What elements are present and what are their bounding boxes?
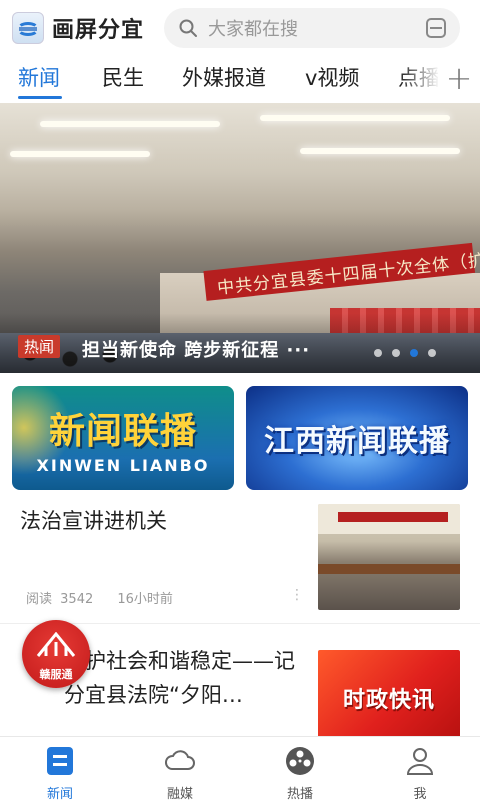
carousel-dot[interactable] [374, 349, 382, 357]
channel-tabs: 新闻 民生 外媒报道 v视频 点播 + [0, 56, 480, 100]
user-icon [406, 748, 434, 775]
carousel-dots [374, 349, 436, 357]
nav-me[interactable]: 我 [380, 743, 460, 802]
news-icon [47, 747, 73, 775]
thumbnail-text: 时政快讯 [342, 688, 435, 713]
tile-subtitle: XINWEN LIANBO [36, 456, 210, 475]
reads-label: 阅读 [26, 592, 53, 607]
nav-label: 新闻 [46, 787, 73, 802]
news-title: 维护社会和谐稳定——记分宜县法院“夕阳… [64, 649, 295, 707]
tile-title: 新闻联播 [48, 411, 197, 452]
ceiling-light [260, 115, 450, 121]
thumb-banner [338, 512, 448, 522]
carousel-dot-active[interactable] [410, 349, 418, 357]
tab-video[interactable]: v视频 [305, 62, 359, 92]
badge-label: 赣服通 [39, 668, 73, 681]
tab-foreign-media[interactable]: 外媒报道 [182, 62, 266, 92]
tab-news[interactable]: 新闻 [18, 62, 60, 92]
search-icon [179, 19, 197, 37]
nav-label: 融媒 [166, 787, 193, 802]
nav-news[interactable]: 新闻 [20, 743, 100, 802]
carousel-dot[interactable] [392, 349, 400, 357]
tile-title: 江西新闻联播 [264, 424, 450, 459]
bottom-nav: 新闻 融媒 热播 我 [0, 736, 480, 802]
tab-livelihood[interactable]: 民生 [102, 62, 144, 92]
cloud-icon [165, 750, 195, 770]
banner-caption[interactable]: 担当新使命 跨步新征程 ··· [82, 336, 310, 362]
news-time: 16小时前 [117, 592, 173, 607]
search-placeholder: 大家都在搜 [208, 19, 298, 40]
news-item[interactable]: 法治宣讲进机关 阅读 3542 16小时前 ⋮ [0, 496, 480, 624]
nav-label: 我 [413, 787, 427, 802]
add-channel-icon[interactable]: + [438, 56, 480, 100]
headline-carousel[interactable]: 中共分宜县委十四届十次全体（扩大）会议 [0, 103, 480, 373]
reads-count: 3542 [60, 592, 94, 607]
carousel-dot[interactable] [428, 349, 436, 357]
nav-media[interactable]: 融媒 [140, 743, 220, 802]
jiangxi-news-tile[interactable]: 江西新闻联播 [246, 386, 468, 490]
tab-fade [400, 56, 440, 100]
search-bar[interactable]: 大家都在搜 [164, 8, 460, 48]
gate-icon [36, 632, 76, 657]
app-logo-icon [12, 12, 44, 44]
news-title: 法治宣讲进机关 [20, 509, 167, 533]
more-options-icon[interactable]: ⋮ [290, 588, 304, 602]
banner-photo [0, 103, 480, 173]
xinwen-lianbo-tile[interactable]: 新闻联播 XINWEN LIANBO [12, 386, 234, 490]
gan-fu-tong-button[interactable]: 赣服通 [22, 620, 90, 688]
active-tab-indicator [18, 96, 62, 99]
ceiling-light [40, 121, 220, 127]
nav-label: 热播 [286, 787, 313, 802]
nav-hot[interactable]: 热播 [260, 743, 340, 802]
hot-tag: 热闻 [18, 335, 61, 358]
app-name: 画屏分宜 [52, 18, 145, 43]
ceiling-light [300, 148, 460, 154]
news-thumbnail: 时政快讯 [318, 650, 460, 746]
news-meta: 阅读 3542 16小时前 [26, 588, 173, 607]
ceiling-light [10, 151, 150, 157]
news-thumbnail [318, 504, 460, 610]
film-reel-icon [286, 747, 314, 775]
scan-icon[interactable] [426, 18, 446, 38]
thumb-desk [318, 564, 460, 574]
